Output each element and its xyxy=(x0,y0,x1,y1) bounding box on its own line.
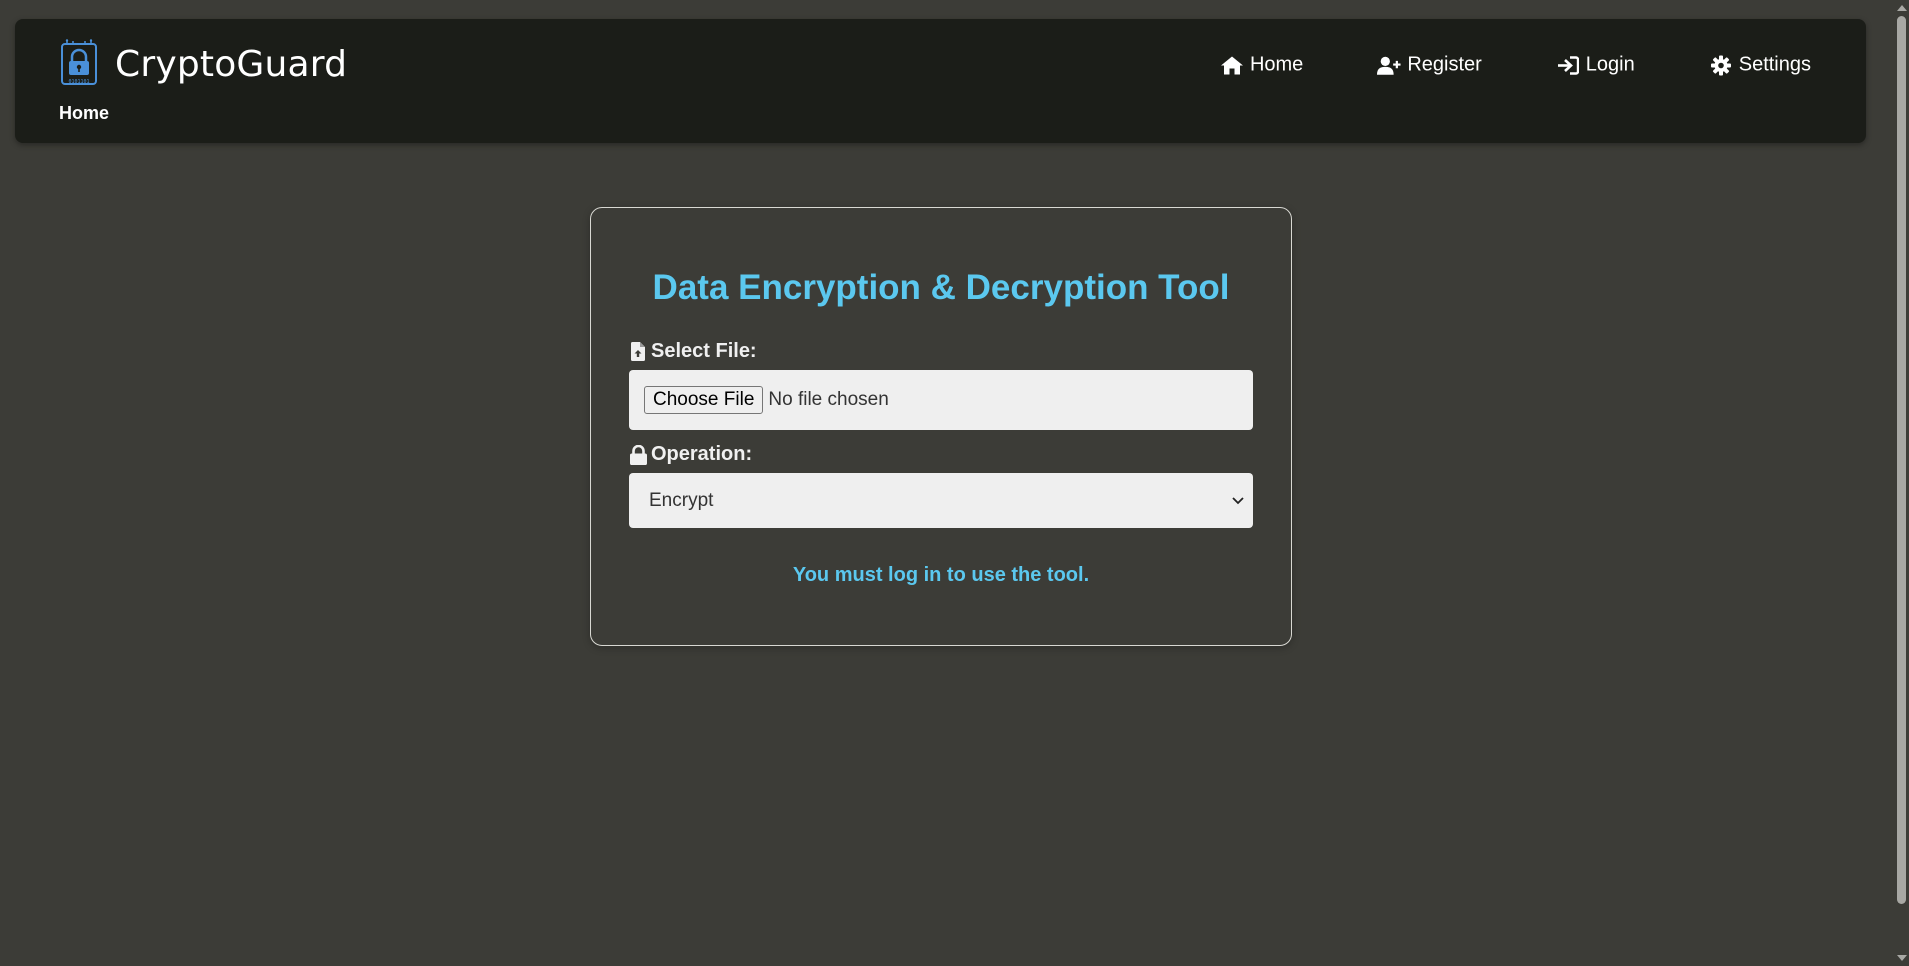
top-navbar: 0101101 CryptoGuard Home Home Register L… xyxy=(15,19,1866,143)
nav-home-label: Home xyxy=(1249,53,1304,76)
operation-select[interactable]: Encrypt xyxy=(629,473,1253,528)
user-plus-icon xyxy=(1377,54,1401,76)
tool-card: Data Encryption & Decryption Tool Select… xyxy=(590,207,1292,646)
home-icon xyxy=(1220,54,1244,76)
sign-in-icon xyxy=(1556,54,1580,76)
nav-login-label: Login xyxy=(1585,53,1635,76)
nav-home-link[interactable]: Home xyxy=(1220,54,1303,77)
breadcrumb: Home xyxy=(59,103,110,123)
nav-settings-link[interactable]: Settings xyxy=(1709,54,1811,77)
tool-title: Data Encryption & Decryption Tool xyxy=(652,268,1230,307)
lock-shield-logo-icon: 0101101 xyxy=(57,39,101,89)
nav-register-link[interactable]: Register xyxy=(1377,53,1482,77)
nav-register-label: Register xyxy=(1407,53,1482,76)
scroll-up-arrow-icon[interactable] xyxy=(1896,2,1907,13)
main-nav: Home Register Login Settings xyxy=(1220,54,1811,77)
operation-label: Operation: xyxy=(629,443,752,466)
select-file-label-text: Select File: xyxy=(651,340,757,362)
file-status-text: No file chosen xyxy=(768,389,889,410)
file-upload-icon xyxy=(629,341,647,363)
lock-icon xyxy=(629,444,647,466)
choose-file-button[interactable]: Choose File xyxy=(644,386,764,414)
brand[interactable]: 0101101 CryptoGuard xyxy=(57,39,347,89)
vertical-scrollbar[interactable] xyxy=(1894,0,1909,966)
brand-name: CryptoGuard xyxy=(115,43,348,85)
page: 0101101 CryptoGuard Home Home Register L… xyxy=(0,0,1909,966)
chevron-down-icon xyxy=(1231,494,1245,508)
scrollbar-thumb[interactable] xyxy=(1897,16,1906,904)
gear-icon xyxy=(1709,54,1733,76)
login-required-notice: You must log in to use the tool. xyxy=(792,564,1090,586)
select-file-label: Select File: xyxy=(629,340,757,363)
nav-settings-label: Settings xyxy=(1738,53,1811,76)
operation-label-text: Operation: xyxy=(651,443,753,465)
nav-login-link[interactable]: Login xyxy=(1556,54,1635,77)
svg-text:0101101: 0101101 xyxy=(68,79,89,85)
operation-selected-value: Encrypt xyxy=(649,489,714,511)
scroll-down-arrow-icon[interactable] xyxy=(1896,953,1907,964)
file-input[interactable]: Choose File No file chosen xyxy=(629,370,1253,430)
